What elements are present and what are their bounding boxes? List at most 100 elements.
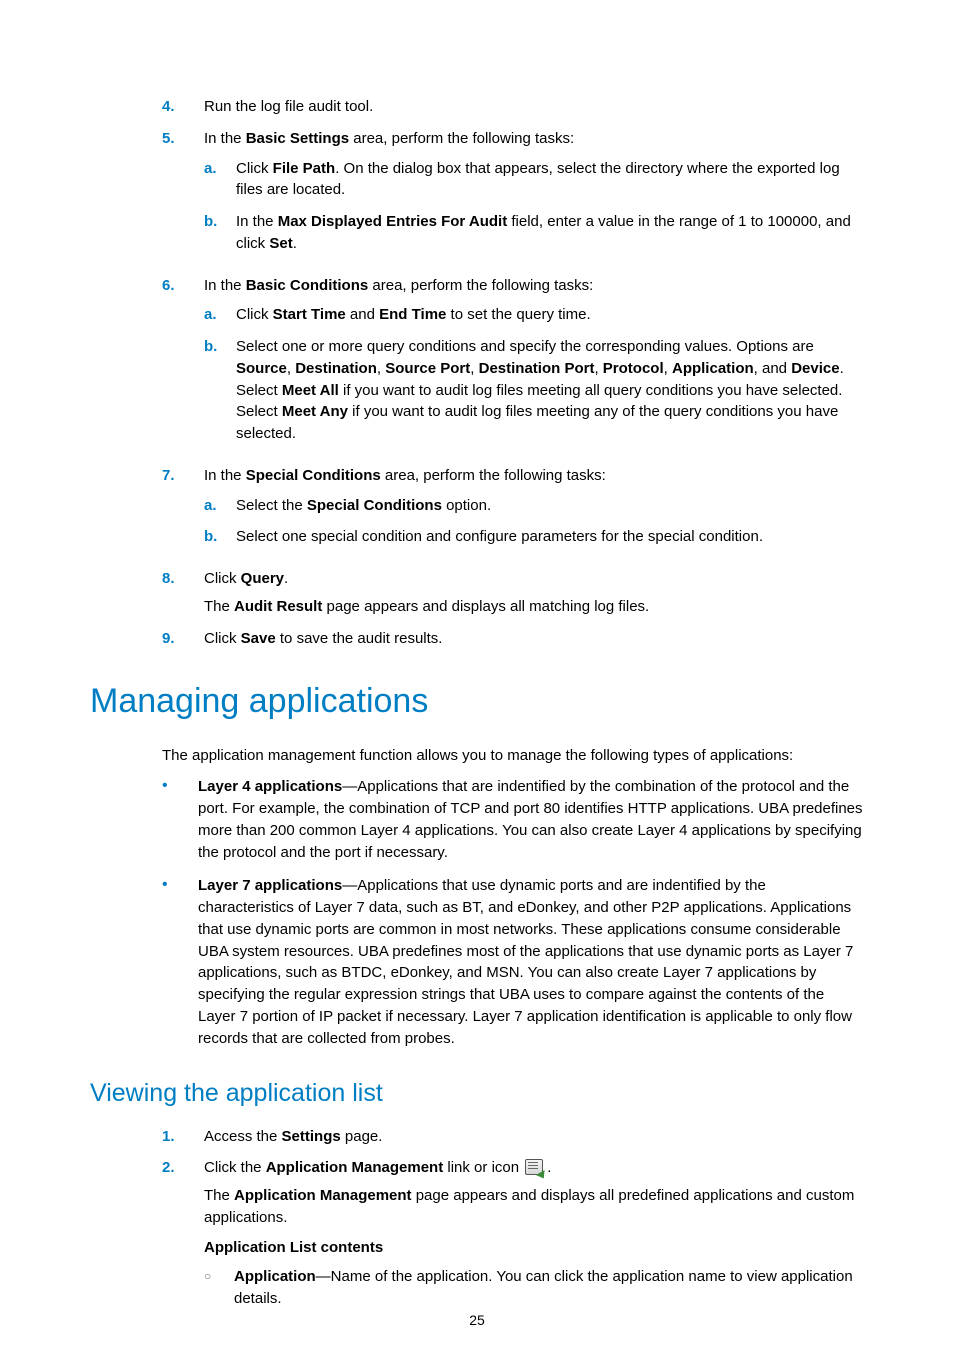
substep-b: b. Select one or more query conditions a… (204, 336, 864, 445)
bold-term: Meet All (282, 382, 339, 399)
step-9: 9. Click Save to save the audit results. (90, 628, 864, 650)
step-text: Run the log file audit tool. (204, 96, 864, 118)
text: —Name of the application. You can click … (234, 1268, 853, 1307)
substep-a: a. Select the Special Conditions option. (204, 495, 864, 517)
text: , (377, 360, 385, 377)
heading-managing-applications: Managing applications (90, 677, 864, 726)
text: to save the audit results. (276, 630, 443, 647)
bold-term: Special Conditions (246, 467, 381, 484)
text: and (346, 306, 379, 323)
text: In the (204, 467, 246, 484)
substeps: a. Click Start Time and End Time to set … (204, 304, 864, 445)
substeps: a. Select the Special Conditions option.… (204, 495, 864, 549)
text: Click (236, 160, 273, 177)
bold-term: Destination (295, 360, 377, 377)
substep-content: Select the Special Conditions option. (236, 495, 864, 517)
text: to set the query time. (446, 306, 590, 323)
text: Access the (204, 1128, 282, 1145)
procedure-steps-top: 4. Run the log file audit tool. 5. In th… (90, 96, 864, 649)
bold-term: Application Management (234, 1187, 412, 1204)
bold-term: Protocol (603, 360, 664, 377)
text: option. (442, 497, 491, 514)
step-content: Click Save to save the audit results. (204, 628, 864, 650)
bullet-icon: • (90, 875, 198, 1049)
step-content: Click Query. The Audit Result page appea… (204, 568, 864, 618)
text: In the (204, 277, 246, 294)
bold-term: Application (234, 1268, 316, 1285)
circle-bullet-icon: ○ (204, 1266, 234, 1310)
bold-term: Source Port (385, 360, 470, 377)
step-number: 9. (90, 628, 204, 650)
list-item-layer4: • Layer 4 applications—Applications that… (90, 776, 864, 863)
text: area, perform the following tasks: (368, 277, 593, 294)
bold-term: Device (791, 360, 839, 377)
list-item-application: ○ Application—Name of the application. Y… (204, 1266, 864, 1310)
bold-term: Max Displayed Entries For Audit (278, 213, 508, 230)
text: Click the (204, 1159, 266, 1176)
bold-term: Application (672, 360, 754, 377)
text: , (287, 360, 295, 377)
document-page: 4. Run the log file audit tool. 5. In th… (0, 0, 954, 1370)
bold-term: Special Conditions (307, 497, 442, 514)
bullet-icon: • (90, 776, 198, 863)
bold-term: End Time (379, 306, 446, 323)
substep-marker: a. (204, 495, 236, 517)
application-list-contents-title: Application List contents (204, 1237, 864, 1259)
list-item-layer7: • Layer 7 applications—Applications that… (90, 875, 864, 1049)
step-number: 7. (90, 465, 204, 558)
text: In the (236, 213, 278, 230)
step-content: Access the Settings page. (204, 1126, 864, 1148)
step-content: In the Basic Conditions area, perform th… (204, 275, 864, 455)
heading-viewing-application-list: Viewing the application list (90, 1075, 864, 1111)
bold-term: Save (241, 630, 276, 647)
text: area, perform the following tasks: (381, 467, 606, 484)
intro-paragraph: The application management function allo… (90, 745, 864, 767)
substep-content: Click File Path. On the dialog box that … (236, 158, 864, 202)
text: The (204, 598, 234, 615)
step-content: Click the Application Management link or… (204, 1157, 864, 1320)
substep-marker: a. (204, 304, 236, 326)
list-content: Layer 7 applications—Applications that u… (198, 875, 864, 1049)
step-line: Click the Application Management link or… (204, 1157, 864, 1179)
result-text: The Application Management page appears … (204, 1185, 864, 1229)
step-content: In the Basic Settings area, perform the … (204, 128, 864, 265)
bold-term: Settings (282, 1128, 341, 1145)
substep-content: Select one special condition and configu… (236, 526, 864, 548)
bold-term: Application Management (266, 1159, 444, 1176)
substep-marker: b. (204, 211, 236, 255)
text: Click (236, 306, 273, 323)
step-content: In the Special Conditions area, perform … (204, 465, 864, 558)
text: link or icon (443, 1159, 523, 1176)
text: , (594, 360, 602, 377)
bold-term: Destination Port (479, 360, 595, 377)
text: . (547, 1159, 551, 1176)
bold-term: Basic Settings (246, 130, 349, 147)
text: , and (754, 360, 792, 377)
substeps: a. Click File Path. On the dialog box th… (204, 158, 864, 255)
substep-a: a. Click File Path. On the dialog box th… (204, 158, 864, 202)
view-step-2: 2. Click the Application Management link… (90, 1157, 864, 1320)
list-content: Application—Name of the application. You… (234, 1266, 864, 1310)
bold-term: Audit Result (234, 598, 322, 615)
step-6: 6. In the Basic Conditions area, perform… (90, 275, 864, 455)
bold-term: Query (241, 570, 284, 587)
bold-term: Set (269, 235, 292, 252)
step-number: 5. (90, 128, 204, 265)
substep-b: b. Select one special condition and conf… (204, 526, 864, 548)
text: page. (341, 1128, 383, 1145)
text: The (204, 1187, 234, 1204)
text: area, perform the following tasks: (349, 130, 574, 147)
substep-b: b. In the Max Displayed Entries For Audi… (204, 211, 864, 255)
substep-a: a. Click Start Time and End Time to set … (204, 304, 864, 326)
step-number: 2. (90, 1157, 204, 1320)
substep-marker: b. (204, 526, 236, 548)
text: Select the (236, 497, 307, 514)
bold-term: File Path (273, 160, 336, 177)
text: , (470, 360, 478, 377)
step-number: 8. (90, 568, 204, 618)
text: , (664, 360, 672, 377)
bold-term: Meet Any (282, 403, 348, 420)
text: . (284, 570, 288, 587)
text: Click (204, 570, 241, 587)
application-list-contents: ○ Application—Name of the application. Y… (204, 1266, 864, 1310)
